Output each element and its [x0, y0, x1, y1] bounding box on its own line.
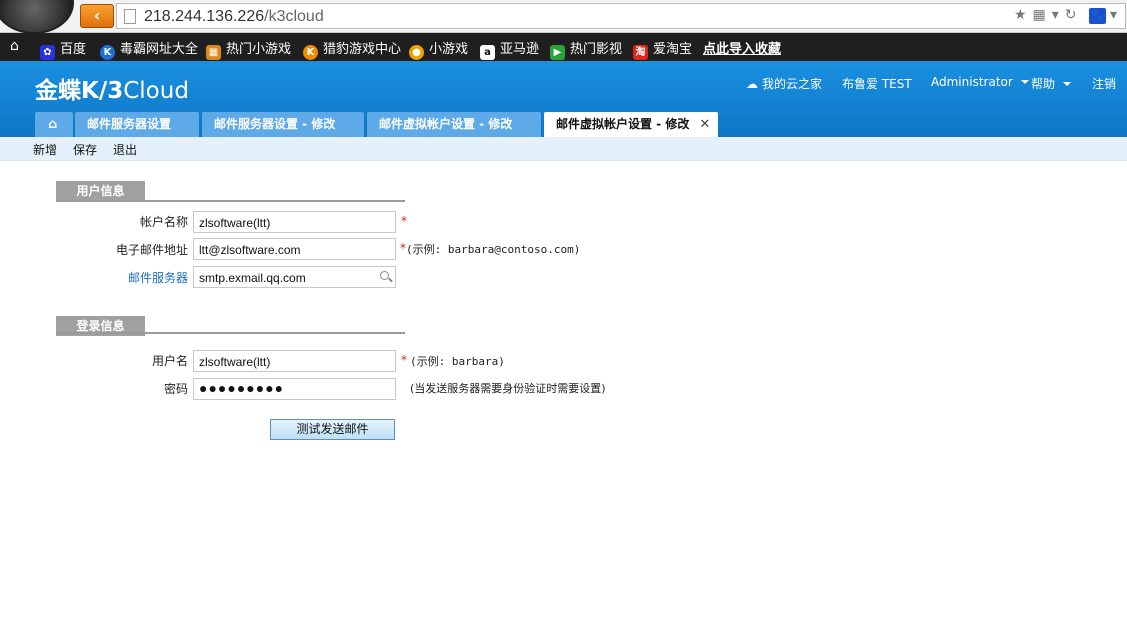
bookmarks-bar: ⌂ ✿ 百度 K 毒霸网址大全 ▦ 热门小游戏 K 猎豹游戏中心 ● 小游戏 a 亚马逊 ▶…	[0, 33, 1127, 61]
qr-icon[interactable]: ▦	[1033, 7, 1046, 23]
email-address-label: 电子邮件地址	[115, 243, 188, 257]
search-engine-dropdown[interactable]: 🐾 ▾	[1083, 7, 1117, 24]
game-ball-icon: ●	[409, 45, 424, 60]
test-send-mail-button[interactable]: 测试发送邮件	[270, 419, 395, 440]
reload-icon[interactable]: ↻	[1065, 7, 1077, 23]
browser-address-bar: ‹ 218.244.136.226/k3cloud ★ ▦ ▾ ↻ 🐾 ▾	[0, 0, 1127, 34]
org-label[interactable]: 布鲁爱 TEST	[842, 75, 916, 92]
account-name-field[interactable]: zlsoftware(ltt)	[193, 211, 396, 233]
bookmark-hot-videos[interactable]: ▶ 热门影视	[550, 38, 622, 60]
browser-logo-icon[interactable]	[0, 0, 74, 34]
tab-mail-server-settings[interactable]: 邮件服务器设置	[75, 112, 199, 137]
logout-link[interactable]: 注销	[1092, 75, 1120, 92]
tab-mail-server-edit[interactable]: 邮件服务器设置 - 修改	[202, 112, 364, 137]
password-label: 密码	[163, 382, 188, 396]
baidu-search-icon: 🐾	[1088, 8, 1106, 24]
bookmark-hot-games[interactable]: ▦ 热门小游戏	[206, 38, 291, 60]
mail-server-link[interactable]: 邮件服务器	[38, 269, 188, 286]
duba-k-icon: K	[100, 45, 115, 60]
password-field[interactable]: ●●●●●●●●●	[193, 378, 396, 400]
new-button[interactable]: 新增	[33, 141, 57, 158]
section-divider	[56, 332, 405, 334]
app-header: 金蝶K/3Cloud ☁ 我的云之家 布鲁爱 TEST Administrator…	[0, 61, 1127, 137]
url-actions: ★ ▦ ▾ ↻ 🐾 ▾	[1008, 7, 1117, 24]
exit-button[interactable]: 退出	[113, 141, 137, 158]
k3cloud-logo: 金蝶K/3Cloud	[35, 78, 189, 104]
back-button[interactable]: ‹	[80, 4, 114, 28]
url-field[interactable]: 218.244.136.226/k3cloud ★ ▦ ▾ ↻ 🐾 ▾	[116, 3, 1126, 29]
home-bookmark-icon[interactable]: ⌂	[10, 38, 19, 54]
user-menu[interactable]: Administrator	[931, 75, 1029, 89]
play-icon: ▶	[550, 45, 565, 60]
username-label: 用户名	[151, 354, 188, 368]
bookmark-taobao[interactable]: 淘爱淘宝	[633, 38, 692, 60]
email-address-field[interactable]: ltt@zlsoftware.com	[193, 238, 396, 260]
bookmark-mini-games[interactable]: ● 小游戏	[409, 38, 468, 60]
amazon-a-icon: a	[480, 45, 495, 60]
cheetah-icon: K	[303, 45, 318, 60]
tab-virtual-account-edit[interactable]: 邮件虚拟帐户设置 - 修改	[367, 112, 541, 137]
cloud-icon: ☁	[746, 77, 758, 91]
star-icon[interactable]: ★	[1014, 7, 1027, 23]
dropdown-chevron-icon[interactable]: ▾	[1052, 7, 1059, 23]
bookmark-amazon[interactable]: a 亚马逊	[480, 38, 539, 60]
required-mark: *	[401, 214, 407, 228]
email-example-hint: (示例: barbara@contoso.com)	[406, 243, 581, 256]
save-button[interactable]: 保存	[73, 141, 97, 158]
chevron-down-icon	[1063, 82, 1072, 86]
baidu-paw-icon: ✿	[40, 45, 55, 60]
user-info-section-title: 用户信息	[56, 181, 145, 201]
username-example-hint: (示例: barbara)	[410, 355, 505, 368]
home-icon: ⌂	[48, 117, 58, 132]
username-field[interactable]: zlsoftware(ltt)	[193, 350, 396, 372]
import-bookmarks-link[interactable]: 点此导入收藏	[703, 38, 781, 57]
mail-server-field[interactable]: smtp.exmail.qq.com	[193, 266, 396, 288]
my-cloud-link[interactable]: ☁ 我的云之家	[746, 75, 826, 92]
section-divider	[56, 200, 405, 202]
page-icon	[124, 9, 136, 24]
tab-virtual-account-edit-active[interactable]: 邮件虚拟帐户设置 - 修改 ✕	[544, 112, 718, 137]
close-tab-icon[interactable]: ✕	[699, 117, 710, 132]
tab-bar: ⌂ 邮件服务器设置 邮件服务器设置 - 修改 邮件虚拟帐户设置 - 修改 邮件虚…	[0, 112, 1127, 137]
bookmark-cheetah-games[interactable]: K 猎豹游戏中心	[303, 38, 401, 60]
password-hint: (当发送服务器需要身份验证时需要设置)	[410, 382, 606, 395]
required-mark: *	[401, 353, 407, 367]
game-grid-icon: ▦	[206, 45, 221, 60]
chevron-down-icon	[1020, 80, 1029, 84]
account-name-label: 帐户名称	[139, 215, 188, 229]
bookmark-baidu[interactable]: ✿ 百度	[40, 38, 86, 60]
toolbar: 新增 保存 退出	[0, 137, 1127, 161]
search-icon[interactable]	[380, 271, 389, 280]
help-menu[interactable]: 帮助	[1031, 75, 1072, 92]
tab-home[interactable]: ⌂	[35, 112, 73, 137]
url-text[interactable]: 218.244.136.226/k3cloud	[144, 8, 324, 26]
taobao-icon: 淘	[633, 45, 648, 60]
bookmark-duba[interactable]: K 毒霸网址大全	[100, 38, 198, 60]
